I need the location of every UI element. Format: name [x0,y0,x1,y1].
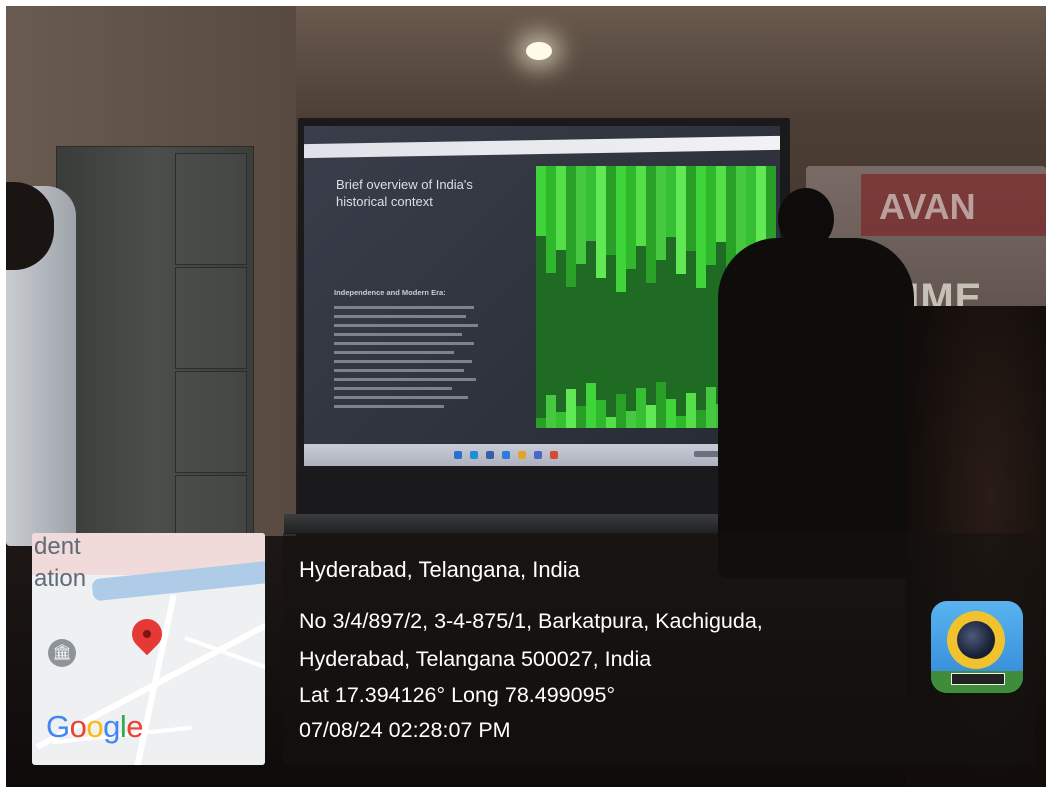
green-streak [676,416,686,428]
taskbar-icon [534,451,542,459]
green-streak [676,166,686,274]
green-streak [616,166,626,292]
museum-icon: 🏛 [48,639,76,667]
storage-cabinet [56,146,254,548]
google-logo-letter: e [126,709,144,744]
green-streak [556,412,566,428]
gps-camera-app-icon [931,601,1023,693]
slide-heading-text: Independence and Modern Era: [334,288,446,297]
green-streak [706,166,716,265]
green-streak [646,166,656,283]
green-streak [696,410,706,428]
taskbar-icon [518,451,526,459]
green-streak [536,166,546,236]
green-streak [606,166,616,255]
green-streak [616,394,626,428]
map-road [184,636,265,674]
taskbar-icon [470,451,478,459]
banner-brand-text: AVAN [879,186,976,227]
address-line-1: No 3/4/897/2, 3-4-875/1, Barkatpura, Kac… [299,609,763,633]
green-streak [566,389,576,428]
green-streak [546,166,556,273]
app-icon-film [951,673,1005,685]
cabinet-door [175,267,247,369]
address-line-2: Hyderabad, Telangana 500027, India [299,647,652,671]
green-streak [656,166,666,260]
slide-title: Brief overview of India's historical con… [336,177,473,209]
green-streak [586,166,596,241]
green-streak [636,166,646,246]
green-streak [646,405,656,428]
green-streak [666,166,676,237]
taskbar-icon [502,451,510,459]
green-streak [626,411,636,428]
green-streak [696,166,706,288]
slide-heading: Independence and Modern Era: [334,288,514,298]
green-streak [666,399,676,428]
map-label: ation [34,565,87,592]
green-streak [596,166,606,278]
green-streak [686,393,696,428]
green-streak [566,166,576,287]
location-city: Hyderabad, Telangana, India [299,557,580,582]
google-logo-letter: o [86,709,104,744]
timestamp: 07/08/24 02:28:07 PM [299,718,511,742]
green-streak [686,166,696,251]
projected-slide: Brief overview of India's historical con… [304,126,780,466]
green-streak [736,166,746,256]
map-thumbnail: dent ation 🏛 Google [32,533,265,765]
green-streak [626,166,636,269]
google-logo-letter: G [46,709,70,744]
window-title-bar [304,135,780,159]
presenter-head [778,188,834,250]
green-streak [556,166,566,250]
cabinet-door [175,153,247,265]
coordinates: Lat 17.394126° Long 78.499095° [299,683,616,707]
green-streak [716,166,726,242]
banner-logo-area: AVAN [861,174,1046,236]
taskbar-icon [454,451,462,459]
google-logo-letter: o [69,709,87,744]
green-streak [636,388,646,428]
map-pin-dot [143,630,151,638]
green-streak [576,406,586,428]
cabinet-door [175,371,247,473]
google-logo: Google [46,709,144,745]
green-streak [576,166,586,264]
taskbar [304,444,780,466]
green-streak [536,418,546,428]
ceiling-light [526,42,552,60]
green-streak [606,417,616,428]
map-label: dent [34,533,81,560]
google-logo-letter: g [103,709,120,744]
green-streak [706,387,716,428]
google-logo-text: Google [46,709,144,744]
green-streak [766,166,776,247]
taskbar-icon [550,451,558,459]
green-streak [596,400,606,428]
green-streak [656,382,666,428]
taskbar-icon [486,451,494,459]
green-streak [586,383,596,428]
slide-body-lines [334,300,484,414]
green-streak [546,395,556,428]
camera-lens-inner [957,621,995,659]
